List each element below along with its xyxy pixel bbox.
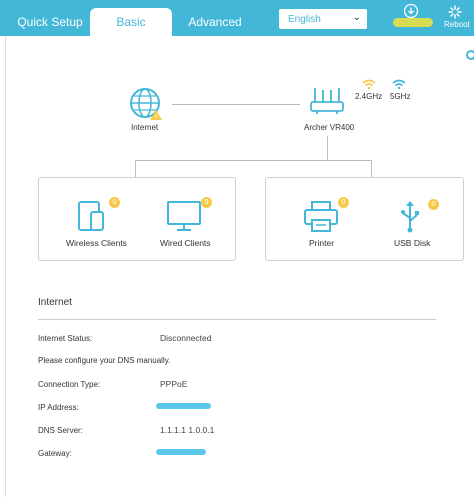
gateway-redaction — [156, 449, 206, 455]
reboot-icon — [448, 5, 462, 19]
usb-icon[interactable] — [399, 200, 421, 234]
wired-clients-count-badge: 0 — [201, 197, 212, 208]
printer-count-badge: 0 — [338, 197, 349, 208]
reboot-button[interactable]: Reboot — [440, 4, 470, 32]
dns-server-key: DNS Server: — [38, 426, 83, 435]
chevron-down-icon: ⌄ — [352, 12, 361, 23]
top-navigation-bar: Quick Setup Basic Advanced English ⌄ Reb… — [0, 0, 474, 36]
router-node-label: Archer VR400 — [304, 123, 355, 132]
wireless-clients-count-badge: 0 — [109, 197, 120, 208]
globe-icon[interactable]: ! — [128, 86, 164, 122]
gear-icon[interactable] — [466, 50, 474, 60]
internet-status-key: Internet Status: — [38, 334, 93, 343]
svg-text:!: ! — [155, 114, 157, 121]
internet-section-title: Internet — [38, 297, 72, 308]
router-icon[interactable] — [309, 86, 345, 116]
wifi-24-icon — [362, 79, 376, 89]
reboot-label: Reboot — [444, 20, 470, 29]
highlighter-mark — [393, 18, 433, 27]
wireless-clients-label: Wireless Clients — [66, 238, 127, 248]
gateway-key: Gateway: — [38, 449, 72, 458]
tab-advanced[interactable]: Advanced — [180, 8, 250, 36]
tab-quick-setup[interactable]: Quick Setup — [10, 8, 90, 36]
wired-clients-label: Wired Clients — [160, 238, 211, 248]
wifi-5-icon — [392, 79, 406, 89]
language-selected-value: English — [288, 13, 321, 25]
tablet-phone-icon[interactable] — [77, 200, 107, 234]
account-icon[interactable] — [403, 3, 419, 19]
ip-address-key: IP Address: — [38, 403, 79, 412]
band-5ghz-label: 5GHz — [390, 92, 411, 101]
tree-line — [135, 160, 136, 177]
ip-address-redaction — [156, 403, 211, 409]
tab-basic[interactable]: Basic — [90, 8, 172, 36]
internet-node-label: Internet — [131, 123, 159, 132]
usb-disk-count-badge: 0 — [428, 199, 439, 210]
language-select[interactable]: English ⌄ — [279, 9, 367, 29]
link-line — [172, 104, 300, 105]
tree-line — [371, 160, 372, 177]
clients-box — [38, 177, 236, 261]
section-divider — [38, 319, 436, 320]
tree-line — [327, 136, 328, 160]
printer-icon[interactable] — [303, 200, 339, 234]
band-24ghz-label: 2.4GHz — [355, 92, 383, 101]
monitor-icon[interactable] — [166, 200, 202, 232]
dns-server-value: 1.1.1.1 1.0.0.1 — [160, 425, 215, 435]
dns-notice: Please configure your DNS manually. — [38, 356, 171, 365]
tree-line — [135, 160, 371, 161]
internet-status-value: Disconnected — [160, 333, 212, 343]
usb-disk-label: USB Disk — [394, 238, 431, 248]
connection-type-value: PPPoE — [160, 379, 188, 389]
printer-label: Printer — [309, 238, 335, 248]
peripherals-box — [265, 177, 464, 261]
connection-type-key: Connection Type: — [38, 380, 101, 389]
